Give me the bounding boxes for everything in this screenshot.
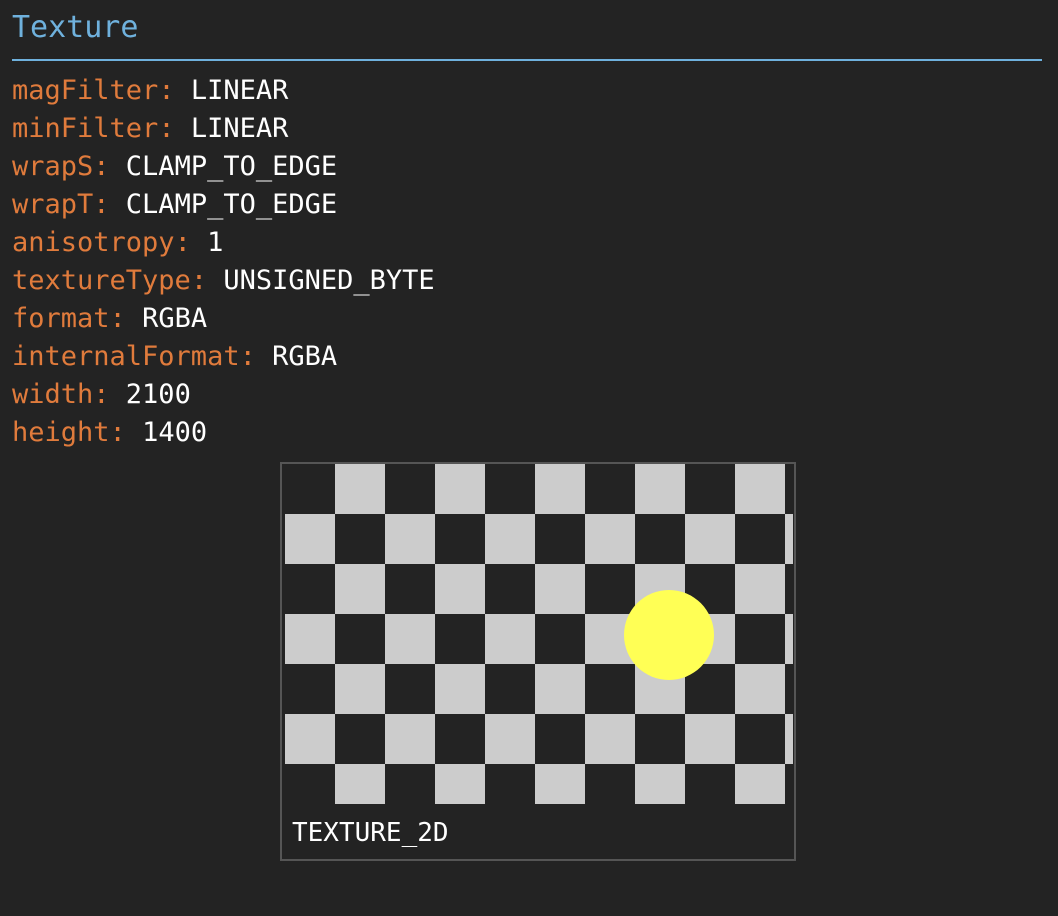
property-row-wrapt: wrapT: CLAMP_TO_EDGE	[12, 189, 338, 220]
checker-square	[435, 664, 485, 714]
checker-square	[635, 464, 685, 514]
property-key: magFilter	[12, 75, 159, 106]
property-key: height	[12, 417, 110, 448]
panel-title: Texture	[12, 10, 139, 45]
checker-square	[335, 564, 385, 614]
checker-square	[785, 614, 793, 664]
property-key: wrapT	[12, 189, 94, 220]
checker-square	[585, 714, 635, 764]
checker-square	[485, 714, 535, 764]
checker-square	[335, 664, 385, 714]
property-row-minfilter: minFilter: LINEAR	[12, 113, 289, 144]
checker-square	[735, 464, 785, 514]
property-value: CLAMP_TO_EDGE	[125, 151, 338, 182]
property-key: anisotropy	[12, 227, 175, 258]
checker-square	[435, 464, 485, 514]
property-value: CLAMP_TO_EDGE	[125, 189, 338, 220]
property-value: 2100	[125, 379, 191, 410]
property-key: width	[12, 379, 94, 410]
checker-square	[385, 714, 435, 764]
checker-square	[485, 614, 535, 664]
property-key: format	[12, 303, 110, 334]
checker-square	[785, 514, 793, 564]
yellow-dot	[624, 590, 714, 680]
texture-preview-image	[285, 464, 793, 804]
property-key: internalFormat	[12, 341, 240, 372]
texture-target-label: TEXTURE_2D	[292, 818, 449, 848]
checker-square	[285, 514, 335, 564]
checker-square	[285, 614, 335, 664]
property-value: UNSIGNED_BYTE	[223, 265, 435, 296]
checker-square	[485, 514, 535, 564]
checker-square	[385, 614, 435, 664]
property-value: LINEAR	[190, 75, 289, 106]
checker-square	[735, 764, 785, 804]
checker-square	[535, 664, 585, 714]
property-row-magfilter: magFilter: LINEAR	[12, 75, 289, 106]
checker-square	[535, 764, 585, 804]
checker-square	[385, 514, 435, 564]
property-value: LINEAR	[190, 113, 289, 144]
property-value: RGBA	[142, 303, 208, 334]
property-row-wraps: wrapS: CLAMP_TO_EDGE	[12, 151, 338, 182]
property-row-anisotropy: anisotropy: 1	[12, 227, 224, 258]
property-row-format: format: RGBA	[12, 303, 208, 334]
checker-square	[335, 464, 385, 514]
checker-square	[735, 564, 785, 614]
checker-square	[635, 764, 685, 804]
property-list: magFilter: LINEAR minFilter: LINEAR wrap…	[12, 72, 435, 452]
property-value: 1400	[142, 417, 208, 448]
property-row-height: height: 1400	[12, 417, 208, 448]
property-key: wrapS	[12, 151, 94, 182]
property-value: 1	[207, 227, 224, 258]
checker-square	[435, 764, 485, 804]
checker-square	[685, 514, 735, 564]
checker-square	[435, 564, 485, 614]
checker-square	[735, 664, 785, 714]
texture-inspector-panel: Texture magFilter: LINEAR minFilter: LIN…	[0, 0, 1058, 916]
property-key: textureType	[12, 265, 191, 296]
checker-square	[685, 714, 735, 764]
property-key: minFilter	[12, 113, 159, 144]
checker-square	[285, 714, 335, 764]
checker-square	[335, 764, 385, 804]
checker-square	[785, 714, 793, 764]
texture-preview[interactable]: TEXTURE_2D	[280, 462, 796, 861]
property-row-internalformat: internalFormat: RGBA	[12, 341, 338, 372]
property-row-width: width: 2100	[12, 379, 191, 410]
title-divider	[12, 59, 1042, 61]
checker-square	[585, 514, 635, 564]
property-row-texturetype: textureType: UNSIGNED_BYTE	[12, 265, 435, 296]
checker-square	[535, 464, 585, 514]
property-value: RGBA	[272, 341, 338, 372]
checker-square	[535, 564, 585, 614]
